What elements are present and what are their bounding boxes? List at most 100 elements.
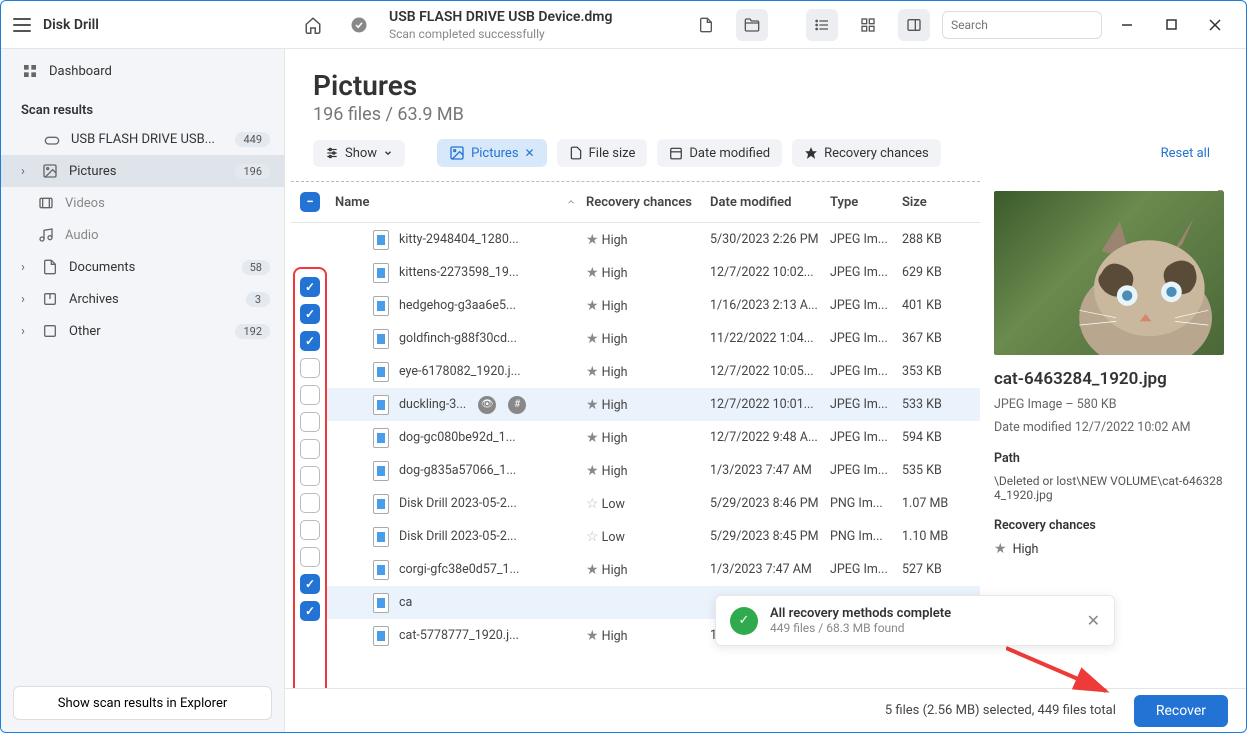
row-checkbox[interactable] [300,466,320,486]
sliders-icon [325,146,339,160]
image-icon [41,163,59,179]
home-icon[interactable] [297,9,329,41]
toast-notification: ✓ All recovery methods complete 449 file… [715,595,1115,646]
star-icon [804,146,818,160]
toast-close-button[interactable]: ✕ [1087,611,1100,630]
table-row[interactable]: dog-gc080be92d_1...★ High12/7/2022 9:48 … [327,421,980,454]
star-icon: ★ [586,628,599,644]
row-checkbox[interactable] [300,493,320,513]
search-input[interactable] [942,11,1102,39]
filesize-icon [569,146,583,160]
row-checkbox[interactable] [300,601,320,621]
preview-thumbnail [994,191,1224,355]
document-icon[interactable] [690,9,722,41]
file-icon [373,395,389,415]
table-row[interactable]: kittens-2273598_19...★ High12/7/2022 10:… [327,256,980,289]
preview-path: \Deleted or lost\NEW VOLUME\cat-6463284_… [994,474,1224,502]
row-checkbox[interactable] [300,331,320,351]
filter-chip-pictures[interactable]: Pictures✕ [437,139,547,167]
sidebar-item-pictures[interactable]: ›Pictures196 [1,155,284,187]
hash-icon: # [508,396,526,414]
show-in-explorer-button[interactable]: Show scan results in Explorer [13,686,272,720]
app-title: Disk Drill [43,17,99,33]
sidebar-drive[interactable]: USB FLASH DRIVE USB... 449 [1,124,284,155]
scan-results-header: Scan results [1,93,284,124]
dashboard-icon [21,63,39,79]
star-icon: ★ [586,298,599,314]
table-row[interactable]: dog-g835a57066_1...★ High1/3/2023 7:47 A… [327,454,980,487]
row-checkbox[interactable] [300,412,320,432]
sidebar-dashboard[interactable]: Dashboard [1,55,284,87]
row-checkbox[interactable] [300,547,320,567]
star-icon: ★ [994,541,1007,557]
column-type[interactable]: Type [830,195,902,210]
file-icon [373,527,389,547]
filter-chip-recovery-chances[interactable]: Recovery chances [792,139,941,167]
column-recovery[interactable]: Recovery chances [586,195,710,210]
table-row[interactable]: eye-6178082_1920.j...★ High12/7/2022 10:… [327,355,980,388]
row-checkbox[interactable] [300,520,320,540]
show-dropdown[interactable]: Show [313,140,405,167]
preview-modified: Date modified 12/7/2022 10:02 AM [994,420,1224,435]
column-date[interactable]: Date modified [710,195,830,210]
hamburger-menu[interactable] [13,18,31,32]
table-row[interactable]: Disk Drill 2023-05-2...☆ Low5/29/2023 8:… [327,520,980,553]
audio-icon [37,227,55,243]
row-checkbox[interactable] [300,358,320,378]
sidebar-item-videos[interactable]: Videos [1,187,284,219]
row-checkbox[interactable] [300,574,320,594]
device-subtitle: Scan completed successfully [389,27,612,41]
filter-chip-date-modified[interactable]: Date modified [657,139,782,167]
row-checkbox[interactable] [300,385,320,405]
file-icon [373,461,389,481]
close-button[interactable] [1196,9,1234,41]
sidebar-item-archives[interactable]: ›Archives3 [1,283,284,315]
file-icon [373,296,389,316]
table-row[interactable]: kitty-2948404_1280...★ High5/30/2023 2:2… [327,223,980,256]
table-row[interactable]: corgi-gfc38e0d57_1...★ High1/3/2023 7:47… [327,553,980,586]
filter-chip-file-size[interactable]: File size [557,139,648,167]
other-icon [41,323,59,339]
row-checkbox[interactable] [300,439,320,459]
maximize-button[interactable] [1152,9,1190,41]
select-all-checkbox[interactable]: − [300,192,320,212]
panel-view-icon[interactable] [898,9,930,41]
grid-view-icon[interactable] [852,9,884,41]
sidebar-item-other[interactable]: ›Other192 [1,315,284,347]
chevron-down-icon [383,148,393,158]
file-icon [373,593,389,613]
file-icon [373,263,389,283]
eye-icon: 👁 [478,396,496,414]
image-icon [449,145,465,161]
column-size[interactable]: Size [902,195,980,210]
file-icon [373,362,389,382]
star-icon: ★ [586,562,599,578]
reset-all-link[interactable]: Reset all [1161,146,1218,161]
preview-path-label: Path [994,451,1224,466]
table-row[interactable]: Disk Drill 2023-05-2...☆ Low5/29/2023 8:… [327,487,980,520]
star-icon: ★ [586,430,599,446]
recover-button[interactable]: Recover [1134,695,1228,727]
star-icon: ★ [586,364,599,380]
sidebar-item-audio[interactable]: Audio [1,219,284,251]
check-icon: ✓ [730,607,758,635]
column-name[interactable]: Name [335,195,369,210]
row-checkbox[interactable] [300,277,320,297]
table-row[interactable]: duckling-3...👁#★ High12/7/2022 10:01...J… [327,388,980,421]
star-icon: ★ [586,331,599,347]
list-view-icon[interactable] [806,9,838,41]
video-icon [37,195,55,211]
star-icon: ★ [586,397,599,413]
row-checkbox[interactable] [300,304,320,324]
star-icon: ★ [586,265,599,281]
table-row[interactable]: hedgehog-g3aa6e5...★ High1/16/2023 2:13 … [327,289,980,322]
date-icon [669,146,683,160]
table-row[interactable]: goldfinch-g88f30cd...★ High11/22/2022 1:… [327,322,980,355]
archive-icon [41,291,59,307]
sidebar-item-documents[interactable]: ›Documents58 [1,251,284,283]
minimize-button[interactable] [1108,9,1146,41]
preview-chances-label: Recovery chances [994,518,1224,533]
remove-chip-icon[interactable]: ✕ [525,146,535,160]
checkbox-column-highlight [293,267,327,688]
folder-icon[interactable] [736,9,768,41]
